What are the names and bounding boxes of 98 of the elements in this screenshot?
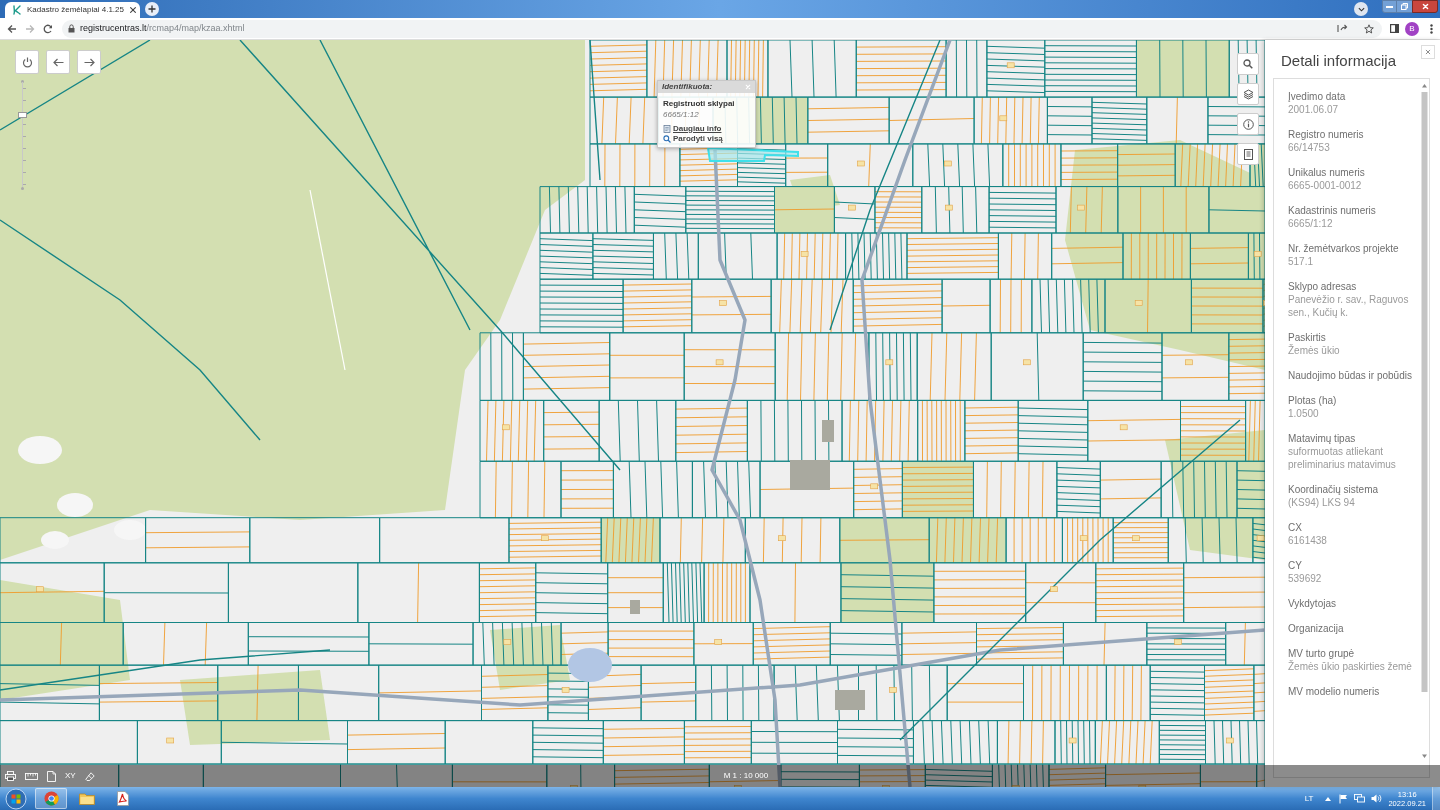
map-scale: M 1 : 10 000 [723,771,769,781]
field-value: Panevėžio r. sav., Raguvos sen., Kučių k. [1288,293,1410,319]
eraser-icon[interactable] [84,771,95,781]
start-orb-icon[interactable] [5,787,27,810]
minimize-button[interactable] [1382,0,1397,13]
browser-icon [43,791,59,806]
back-arrow-icon [7,23,17,34]
info-button[interactable] [1237,113,1259,135]
field-label: Vykdytojas [1288,597,1337,610]
ruler-icon[interactable] [25,772,38,780]
info-icon [1242,118,1254,130]
layers-icon [1242,88,1254,100]
search-icon [663,135,671,143]
coordinates-button[interactable]: XY [65,771,76,781]
field-label: Matavimų tipas [1288,432,1357,445]
close-icon [745,84,751,90]
browser-taskbar-button[interactable] [35,788,67,809]
field-label: Naudojimo būdas ir pobūdis [1288,369,1412,382]
field-label: Paskirtis [1288,331,1327,344]
field-label: Registro numeris [1288,128,1365,141]
list-button[interactable] [1237,143,1259,165]
address-bar[interactable]: registrucentras.lt/rcmap4/map/kzaa.xhtml [62,19,1382,38]
side-panel-icon [1389,24,1399,33]
field-label: Nr. žemėtvarkos projekte [1288,242,1400,255]
site-favicon-icon [12,5,22,15]
search-icon [1243,59,1253,69]
field-value: 2001.06.07 [1288,103,1340,116]
more-info-link[interactable]: Daugiau info [663,124,722,134]
arrow-left-icon [52,57,64,67]
layer-name: Registruoti sklypai [663,98,735,109]
close-icon [1421,3,1429,10]
power-button[interactable] [15,50,39,74]
field-value: suformuotas atliekant preliminarius matavimus [1288,445,1397,471]
language-indicator[interactable]: LT [1304,793,1314,804]
star-icon[interactable] [1364,23,1374,34]
plus-icon [148,5,156,13]
document-list-icon [1243,148,1253,160]
show-desktop-button[interactable] [1432,787,1440,810]
highlighted-parcel[interactable] [706,146,799,162]
field-value: 539692 [1288,572,1323,585]
forward-arrow-icon [25,23,35,34]
tray-arrow-icon[interactable] [1325,796,1332,801]
arrow-right-icon [83,57,95,67]
profile-avatar[interactable]: B [1405,21,1419,36]
close-icon[interactable] [128,6,137,14]
minimize-icon [1386,4,1393,9]
field-label: MV turto grupė [1288,647,1356,660]
browser-tab[interactable]: Kadastro žemėlapiai 4.1.25 [5,2,140,18]
field-label: Koordinačių sistema [1288,483,1380,496]
field-value: Žemės ūkio [1288,344,1341,357]
field-value: 6161438 [1288,534,1328,547]
field-value: 1.0500 [1288,407,1320,420]
field-value: Žemės ūkio paskirties žemė [1288,660,1412,673]
network-icon[interactable] [1354,794,1366,803]
document-icon[interactable] [47,770,56,782]
field-label: Sklypo adresas [1288,280,1358,293]
share-icon[interactable] [1337,24,1348,33]
lock-icon [68,24,75,33]
search-button[interactable] [1237,53,1259,75]
field-value: 6665/1:12 [1288,217,1334,230]
folder-icon [79,792,95,805]
field-label: CY [1288,559,1303,572]
layers-button[interactable] [1237,83,1259,105]
printer-icon[interactable] [5,771,16,781]
field-value: 6665-0001-0012 [1288,179,1363,192]
new-tab-button[interactable] [145,2,159,16]
field-label: Organizacija [1288,622,1345,635]
chevron-down-icon [1357,6,1365,12]
document-icon [663,125,671,133]
back-button[interactable] [46,50,70,74]
zoom-slider[interactable] [17,80,28,190]
popup-title: Identifikuota: [662,82,713,92]
flag-icon[interactable] [1339,793,1349,804]
maximize-button[interactable] [1397,0,1412,13]
parcel-number: 6665/1:12 [663,109,699,120]
show-all-link[interactable]: Parodyti visą [663,134,723,144]
field-label: Unikalus numeris [1288,166,1366,179]
speaker-icon[interactable] [1371,794,1383,803]
power-icon [21,56,33,68]
field-label: Kadastrinis numeris [1288,204,1377,217]
close-icon [1425,49,1431,55]
zoom-slider-thumb[interactable] [18,112,27,119]
forward-button[interactable] [77,50,101,74]
field-label: Įvedimo data [1288,90,1347,103]
more-menu-icon [1429,23,1433,34]
field-label: Plotas (ha) [1288,394,1338,407]
restore-icon [1401,3,1408,10]
panel-title: Detali informacija [1281,51,1397,71]
reload-icon [43,23,53,34]
panel-close-button[interactable] [1421,45,1435,59]
field-label: CX [1288,521,1303,534]
window-close-button[interactable] [1412,0,1438,13]
document-icon [117,791,129,806]
field-value: 66/14753 [1288,141,1331,154]
field-value: (KS94) LKS 94 [1288,496,1356,509]
field-value: 517.1 [1288,255,1315,268]
tab-search-button[interactable] [1354,2,1368,16]
field-label: MV modelio numeris [1288,685,1381,698]
